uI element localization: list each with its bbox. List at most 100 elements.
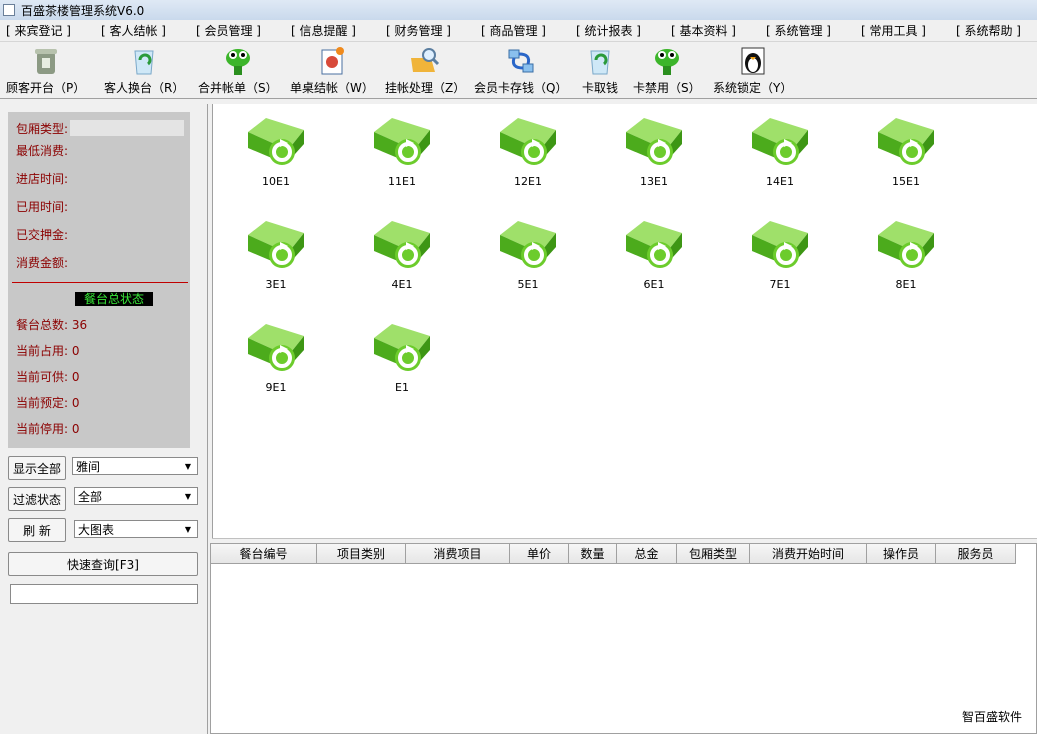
filter-status-select[interactable]: 全部 ▼ [74, 487, 198, 505]
table-item[interactable]: 9E1 [241, 318, 311, 408]
divider [12, 282, 188, 283]
toolbar: 顾客开台（P） 客人换台（R） 合并帐单（S） 单桌结帐（W） 挂帐处理（Z） 会员卡存钱… [0, 43, 1037, 99]
table-item[interactable]: 5E1 [493, 215, 563, 305]
view-mode-select[interactable]: 大图表 ▼ [74, 520, 198, 538]
table-item[interactable]: 12E1 [493, 112, 563, 202]
table-label: 12E1 [514, 175, 542, 188]
toolbar-button[interactable]: 客人换台（R） [104, 45, 184, 97]
menu-item[interactable]: [ 基本资料 ] [663, 22, 736, 39]
table-item[interactable]: 15E1 [871, 112, 941, 202]
chevron-down-icon[interactable]: ▼ [181, 523, 195, 535]
toolbar-button[interactable]: 单桌结帐（W） [290, 45, 374, 97]
total-tables-value: 36 [71, 318, 88, 332]
toolbar-button[interactable]: 系统锁定（Y） [713, 45, 792, 97]
occupied-row: 当前占用: 0 [16, 342, 80, 359]
table-available-icon [748, 112, 812, 173]
available-label: 当前可供: [16, 370, 69, 384]
filter-status-value: 全部 [78, 489, 103, 504]
grid-column-header[interactable]: 包厢类型 [677, 544, 750, 564]
grid-column-header[interactable]: 服务员 [936, 544, 1016, 564]
reserved-row: 当前预定: 0 [16, 394, 80, 411]
status-title: 餐台总状态 [75, 292, 153, 306]
menu-item[interactable]: [ 系统管理 ] [758, 22, 831, 39]
tables-area: 10E1 11E1 12E1 13E1 14E1 15E1 3E1 4E1 5E1 6E1 7E1 8… [212, 104, 1037, 538]
menu-item[interactable]: [ 系统帮助 ] [948, 22, 1021, 39]
toolbar-button[interactable]: 顾客开台（P） [6, 45, 85, 97]
room-category-select[interactable]: 雅间 ▼ [72, 457, 198, 475]
window-title: 百盛茶楼管理系统V6.0 [21, 3, 145, 18]
available-value: 0 [71, 370, 80, 384]
network-icon [505, 45, 537, 77]
table-label: 3E1 [265, 278, 287, 291]
table-item[interactable]: E1 [367, 318, 437, 408]
menu-item[interactable]: [ 统计报表 ] [568, 22, 641, 39]
menu-item[interactable]: [ 信息提醒 ] [283, 22, 356, 39]
table-available-icon [370, 215, 434, 276]
grid-column-header[interactable]: 总金 [617, 544, 677, 564]
chevron-down-icon[interactable]: ▼ [181, 460, 195, 472]
app-icon [3, 4, 15, 16]
table-available-icon [244, 318, 308, 379]
recycle-bin-icon [128, 45, 160, 77]
table-label: 11E1 [388, 175, 416, 188]
grid-header: 餐台编号 项目类别 消费项目 单价 数量 总金 包厢类型 消费开始时间 操作员 服务员 [211, 544, 1016, 564]
table-label: 13E1 [640, 175, 668, 188]
table-item[interactable]: 7E1 [745, 215, 815, 305]
toolbar-button[interactable]: 会员卡存钱（Q） [474, 45, 567, 97]
table-item[interactable]: 10E1 [241, 112, 311, 202]
quick-search-button[interactable]: 快速查询[F3] [8, 552, 198, 576]
toolbar-button[interactable]: 挂帐处理（Z） [385, 45, 465, 97]
chevron-down-icon[interactable]: ▼ [181, 490, 195, 502]
grid-column-header[interactable]: 项目类别 [317, 544, 406, 564]
menu-bar: [ 来宾登记 ] [ 客人结帐 ] [ 会员管理 ] [ 信息提醒 ] [ 财务管理 ]… [0, 20, 1037, 42]
filter-status-button[interactable]: 过滤状态 [8, 487, 66, 511]
table-item[interactable]: 3E1 [241, 215, 311, 305]
toolbar-button-label: 系统锁定（Y） [713, 81, 793, 95]
trash-can-icon [30, 45, 62, 77]
refresh-button[interactable]: 刷 新 [8, 518, 66, 542]
menu-item[interactable]: [ 会员管理 ] [188, 22, 261, 39]
toolbar-button[interactable]: 合并帐单（S） [198, 45, 278, 97]
view-mode-value: 大图表 [78, 522, 115, 537]
quick-search-input[interactable] [10, 584, 198, 604]
grid-column-header[interactable]: 餐台编号 [211, 544, 317, 564]
grid-column-header[interactable]: 消费开始时间 [750, 544, 867, 564]
grid-column-header[interactable]: 单价 [510, 544, 569, 564]
brand-label: 智百盛软件 [961, 710, 1022, 724]
grid-column-header[interactable]: 消费项目 [406, 544, 510, 564]
menu-item[interactable]: [ 客人结帐 ] [93, 22, 166, 39]
occupied-value: 0 [71, 344, 80, 358]
consumption-grid: 餐台编号 项目类别 消费项目 单价 数量 总金 包厢类型 消费开始时间 操作员 服务员 智百盛软件 [210, 543, 1037, 734]
table-item[interactable]: 13E1 [619, 112, 689, 202]
grid-column-header[interactable]: 数量 [569, 544, 617, 564]
document-icon [316, 45, 348, 77]
table-available-icon [622, 112, 686, 173]
menu-item[interactable]: [ 常用工具 ] [853, 22, 926, 39]
table-label: 4E1 [391, 278, 413, 291]
table-item[interactable]: 11E1 [367, 112, 437, 202]
total-tables-row: 餐台总数: 36 [16, 316, 87, 333]
table-item[interactable]: 8E1 [871, 215, 941, 305]
table-label: 5E1 [517, 278, 539, 291]
table-item[interactable]: 4E1 [367, 215, 437, 305]
table-label: 10E1 [262, 175, 290, 188]
toolbar-button[interactable]: 卡禁用（S） [633, 45, 701, 97]
table-item[interactable]: 6E1 [619, 215, 689, 305]
menu-item[interactable]: [ 来宾登记 ] [0, 22, 71, 39]
menu-item[interactable]: [ 商品管理 ] [473, 22, 546, 39]
total-tables-label: 餐台总数: [16, 318, 69, 332]
show-all-button[interactable]: 显示全部 [8, 456, 66, 480]
disabled-value: 0 [71, 422, 80, 436]
amount-label: 消费金额: [16, 256, 69, 270]
table-item[interactable]: 14E1 [745, 112, 815, 202]
menu-item[interactable]: [ 财务管理 ] [378, 22, 451, 39]
toolbar-button-label: 卡禁用（S） [633, 81, 701, 95]
table-available-icon [244, 112, 308, 173]
table-available-icon [874, 215, 938, 276]
table-available-icon [622, 215, 686, 276]
room-type-label: 包厢类型: [16, 122, 69, 136]
toolbar-button-label: 会员卡存钱（Q） [474, 81, 568, 95]
grid-column-header[interactable]: 操作员 [867, 544, 936, 564]
left-panel: 包厢类型: 最低消费: 进店时间: 已用时间: 已交押金: 消费金额: 餐台总状… [0, 104, 208, 734]
toolbar-button[interactable]: 卡取钱 [582, 45, 618, 97]
